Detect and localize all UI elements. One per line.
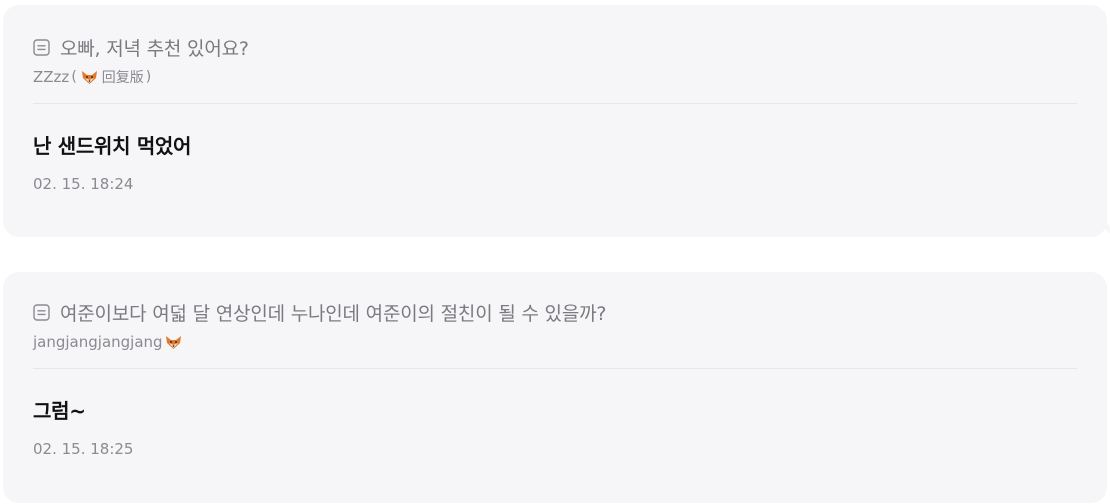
fox-icon bbox=[81, 70, 97, 84]
question-text: 오빠, 저녁 추천 있어요? bbox=[60, 37, 249, 60]
qa-card[interactable]: 여준이보다 여덟 달 연상인데 누나인데 여준이의 절친이 될 수 있을까? j… bbox=[3, 272, 1107, 503]
question-row: 오빠, 저녁 추천 있어요? bbox=[33, 35, 1077, 60]
answer-text: 그럼~ bbox=[33, 399, 86, 423]
answer-text: 난 샌드위치 먹었어 bbox=[33, 134, 192, 158]
close-paren: ) bbox=[145, 69, 152, 85]
author-row: ZZzz ( 回复版 ) bbox=[33, 67, 1077, 87]
timestamp: 02. 15. 18:24 bbox=[33, 175, 134, 193]
open-paren: ( bbox=[71, 69, 77, 85]
author-name[interactable]: jangjangjangjang bbox=[33, 333, 163, 351]
author-row: jangjangjangjang bbox=[33, 332, 1077, 352]
question-text: 여준이보다 여덟 달 연상인데 누나인데 여준이의 절친이 될 수 있을까? bbox=[60, 302, 607, 325]
timestamp: 02. 15. 18:25 bbox=[33, 440, 134, 458]
author-name[interactable]: ZZzz bbox=[33, 68, 69, 86]
note-icon bbox=[33, 303, 50, 321]
divider bbox=[33, 368, 1077, 369]
question-row: 여준이보다 여덟 달 연상인데 누나인데 여준이의 절친이 될 수 있을까? bbox=[33, 300, 1077, 325]
note-icon bbox=[33, 38, 50, 56]
bubble-tail bbox=[1101, 224, 1110, 236]
qa-card[interactable]: 오빠, 저녁 추천 있어요? ZZzz ( 回复版 ) 난 샌드위치 먹었어 0… bbox=[3, 5, 1110, 237]
author-badge: 回复版 bbox=[101, 70, 144, 86]
divider bbox=[33, 103, 1077, 104]
fox-icon bbox=[165, 335, 181, 349]
